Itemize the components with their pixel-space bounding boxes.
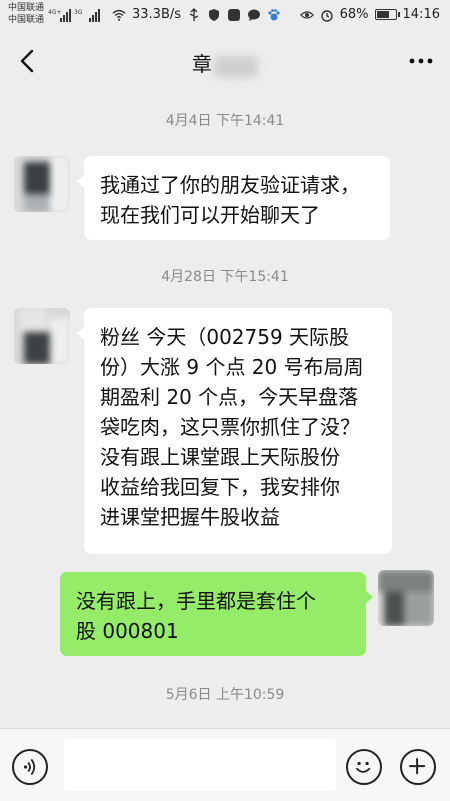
clock: 14:16 bbox=[402, 7, 440, 22]
paw-icon bbox=[268, 8, 280, 20]
carrier-labels: 中国联通 中国联通 bbox=[8, 2, 44, 26]
carrier-2: 中国联通 bbox=[8, 15, 45, 25]
message-line: 现在我们可以开始聊天了 bbox=[100, 203, 320, 227]
voice-icon[interactable] bbox=[12, 749, 48, 785]
message-line: 收益给我回复下，我安排你 bbox=[100, 475, 340, 499]
avatar[interactable] bbox=[14, 156, 70, 212]
battery-percent: 68% bbox=[339, 7, 369, 22]
status-middle: 33.3B/s bbox=[112, 7, 281, 22]
message-bubble-icon bbox=[248, 9, 261, 21]
app-notification-icon bbox=[228, 8, 241, 21]
battery-icon bbox=[374, 9, 400, 20]
signal-icon-2 bbox=[89, 9, 100, 22]
message-line: 我通过了你的朋友验证请求， bbox=[100, 173, 360, 197]
input-bar bbox=[0, 728, 450, 801]
message-line: 没有跟上，手里都是套住个 bbox=[76, 589, 316, 613]
message-bubble[interactable]: 粉丝 今天（002759 天际股 份）大涨 9 个点 20 号布局周 期盈利 2… bbox=[77, 308, 392, 554]
timestamp: 5月6日 上午10:59 bbox=[165, 687, 285, 703]
message-bubble[interactable]: 我通过了你的朋友验证请求， 现在我们可以开始聊天了 bbox=[77, 156, 390, 240]
wifi-icon bbox=[112, 9, 126, 21]
timestamp: 4月4日 下午14:41 bbox=[165, 113, 285, 129]
self-avatar[interactable] bbox=[378, 570, 434, 626]
alarm-icon bbox=[320, 9, 333, 22]
carrier-1: 中国联通 bbox=[8, 3, 45, 13]
usb-icon bbox=[189, 7, 199, 21]
message-bubble-self[interactable]: 没有跟上，手里都是套住个 股 000801 bbox=[60, 572, 373, 656]
message-line: 期盈利 20 个点，今天早盘落 bbox=[100, 385, 359, 409]
network-type-1: 4G+ bbox=[48, 9, 62, 16]
message-line: 股 000801 bbox=[76, 619, 179, 643]
message-line: 没有跟上课堂跟上天际股份 bbox=[100, 445, 340, 469]
network-type-2: 3G bbox=[74, 9, 83, 16]
plus-icon[interactable] bbox=[400, 749, 436, 785]
chat-header: 章 bbox=[0, 32, 450, 90]
blurred-name bbox=[214, 55, 258, 78]
shield-icon bbox=[209, 8, 220, 21]
chat-title: 章 bbox=[192, 52, 212, 76]
message-line: 份）大涨 9 个点 20 号布局周 bbox=[100, 355, 364, 379]
status-right: 68% 14:16 bbox=[299, 7, 440, 22]
timestamp: 4月28日 下午15:41 bbox=[161, 269, 289, 285]
more-dots-icon[interactable] bbox=[406, 46, 436, 76]
eye-icon bbox=[299, 10, 314, 19]
emoji-icon[interactable] bbox=[346, 749, 382, 785]
message-line: 袋吃肉，这只票你抓住了没？ bbox=[100, 415, 360, 439]
network-speed: 33.3B/s bbox=[132, 7, 182, 22]
message-line: 粉丝 今天（002759 天际股 bbox=[100, 325, 350, 349]
avatar[interactable] bbox=[14, 308, 70, 364]
message-line: 进课堂把握牛股收益 bbox=[100, 505, 280, 529]
message-input[interactable] bbox=[64, 739, 336, 791]
signal-icon: 4G+ 3G bbox=[48, 9, 83, 22]
chat-history[interactable]: 4月4日 下午14:41 我通过了你的朋友验证请求， 现在我们可以开始聊天了 4… bbox=[0, 90, 450, 718]
status-bar: 中国联通 中国联通 4G+ 3G 33.3B/s 68% 14:16 bbox=[0, 0, 450, 32]
chat-title-wrap: 章 bbox=[0, 48, 450, 78]
